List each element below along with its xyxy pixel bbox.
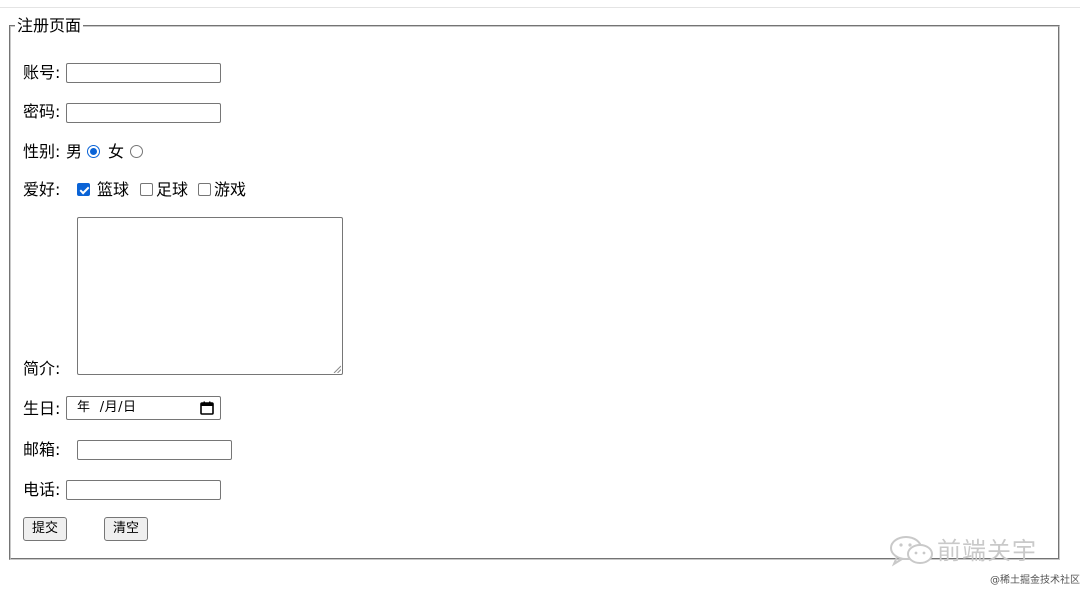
hobby-label: 爱好: bbox=[23, 180, 61, 199]
hobby-basketball-checkbox[interactable] bbox=[77, 183, 90, 196]
intro-label: 简介: bbox=[23, 359, 61, 378]
gender-male-label: 男 bbox=[66, 142, 83, 161]
birthday-label: 生日: bbox=[23, 399, 61, 418]
juejin-watermark: @稀土掘金技术社区 bbox=[990, 575, 1080, 586]
password-input[interactable] bbox=[66, 103, 221, 123]
gender-female-label: 女 bbox=[108, 142, 125, 161]
gender-male-radio[interactable] bbox=[87, 145, 100, 158]
email-label: 邮箱: bbox=[23, 440, 61, 459]
watermark-text: 前端关宇 bbox=[937, 537, 1037, 565]
hobby-games-checkbox[interactable] bbox=[198, 183, 211, 196]
hobby-games-label: 游戏 bbox=[214, 180, 247, 199]
email-input[interactable] bbox=[77, 440, 232, 460]
top-divider bbox=[0, 7, 1080, 8]
hobby-football-checkbox[interactable] bbox=[140, 183, 153, 196]
resize-grip-icon[interactable] bbox=[333, 365, 341, 373]
hobby-basketball-label: 篮球 bbox=[97, 180, 130, 199]
account-label: 账号: bbox=[23, 63, 61, 82]
phone-input[interactable] bbox=[66, 480, 221, 500]
birthday-date-input[interactable]: 年 /月/日 bbox=[66, 396, 221, 420]
calendar-icon[interactable] bbox=[200, 401, 214, 415]
form-legend: 注册页面 bbox=[17, 16, 82, 35]
gender-female-radio[interactable] bbox=[130, 145, 143, 158]
submit-button[interactable]: 提交 bbox=[23, 517, 67, 541]
intro-textarea[interactable] bbox=[77, 217, 343, 375]
account-input[interactable] bbox=[66, 63, 221, 83]
phone-label: 电话: bbox=[23, 480, 61, 499]
gender-label: 性别: bbox=[23, 142, 61, 161]
hobby-football-label: 足球 bbox=[156, 180, 189, 199]
date-placeholder: 年 /月/日 bbox=[77, 400, 137, 415]
wechat-icon bbox=[890, 536, 933, 567]
reset-button[interactable]: 清空 bbox=[104, 517, 148, 541]
password-label: 密码: bbox=[23, 102, 61, 121]
